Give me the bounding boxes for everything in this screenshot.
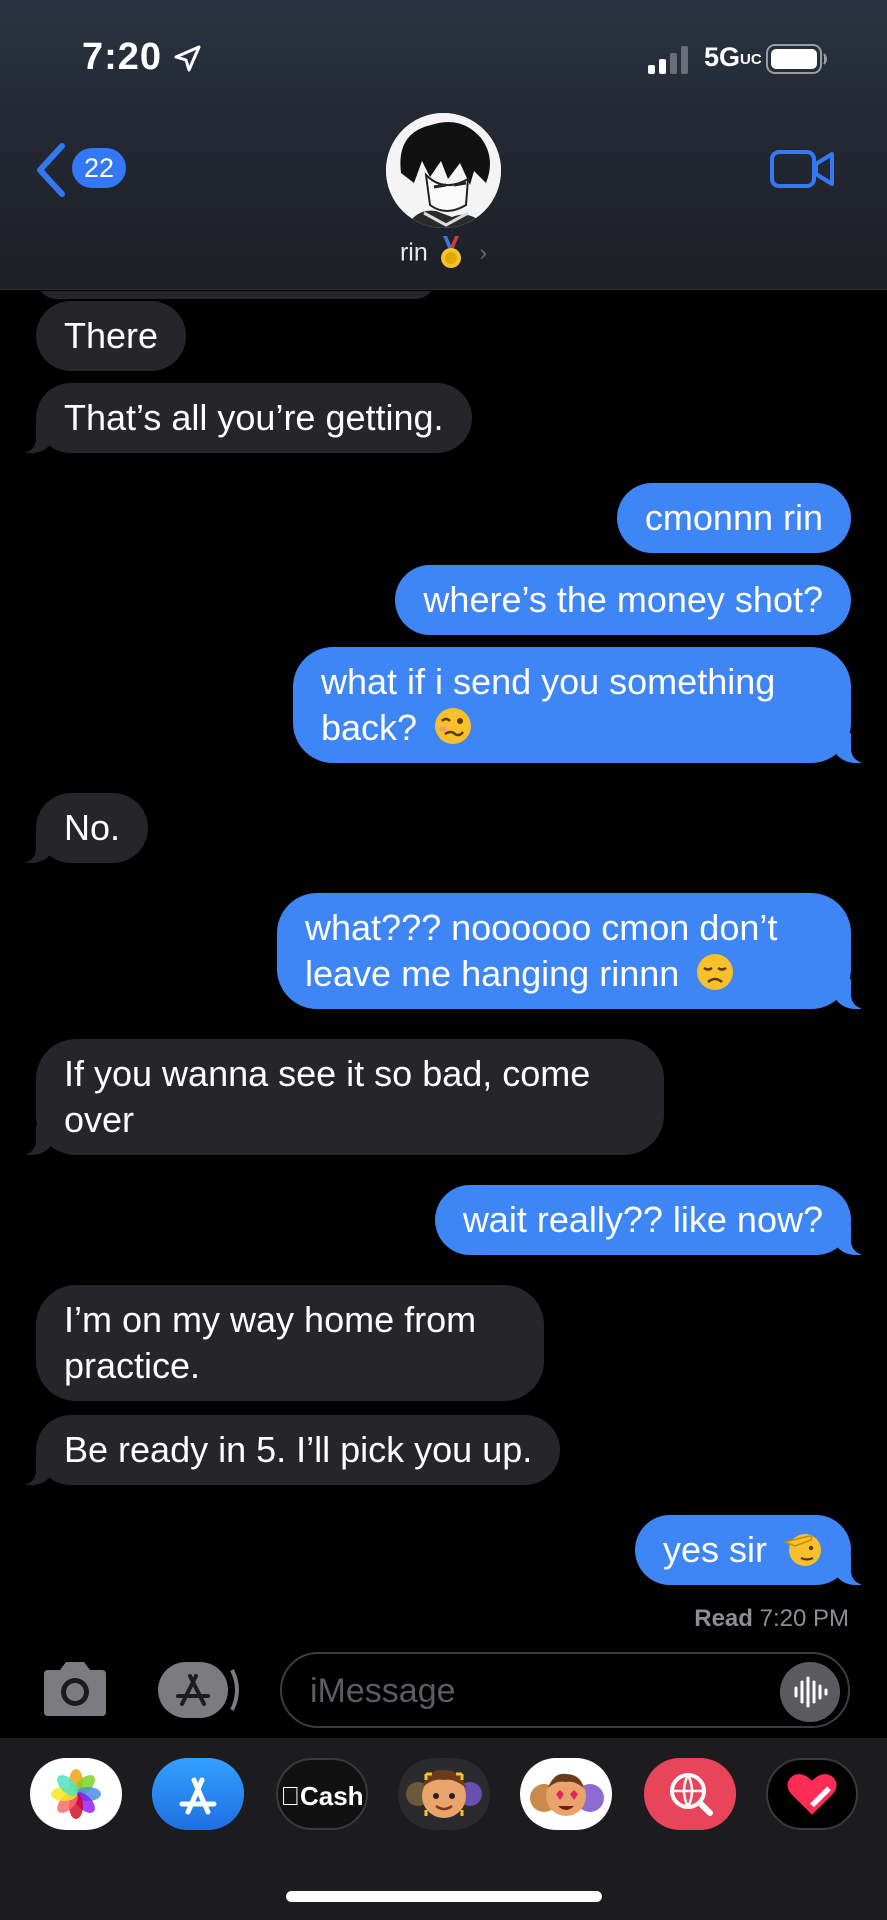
incoming-message-bubble[interactable]: If you wanna see it so bad, come over	[14, 1039, 664, 1155]
message-text: That’s all you’re getting.	[64, 397, 444, 438]
imessage-input-field[interactable]	[280, 1652, 850, 1728]
camera-icon[interactable]	[40, 1660, 110, 1718]
battery-icon	[766, 44, 827, 74]
cellular-signal-icon	[648, 46, 688, 74]
apple-cash-label: Cash	[280, 1781, 363, 1811]
photos-app-icon[interactable]	[30, 1758, 122, 1830]
message-text: No.	[64, 807, 121, 848]
outgoing-message-bubble[interactable]: cmonnn rin	[616, 483, 851, 553]
incoming-message-bubble[interactable]: Be ready in 5. I’ll pick you up.	[13, 1415, 561, 1485]
message-text-line1: If you wanna see it so bad, come	[64, 1053, 591, 1094]
apple-cash-app-icon[interactable]: Cash	[276, 1758, 368, 1830]
saluting-face-icon	[783, 1534, 821, 1566]
message-text-line1: what??? noooooo cmon don’t	[305, 907, 778, 948]
contact-avatar[interactable]	[386, 113, 501, 228]
message-text: where’s the money shot?	[423, 579, 823, 620]
facetime-video-icon[interactable]	[770, 148, 834, 190]
images-search-app-icon[interactable]	[644, 1758, 736, 1830]
message-text-line2: back?	[321, 707, 418, 748]
incoming-message-bubble[interactable]: No.	[13, 793, 149, 863]
status-time: 7:20	[82, 36, 163, 78]
message-text: wait really?? like now?	[462, 1199, 823, 1240]
read-time: 7:20 PM	[759, 1605, 849, 1632]
app-store-apps-button[interactable]	[158, 1662, 242, 1718]
unread-count-badge[interactable]: 22	[72, 148, 126, 188]
incoming-message-bubble-clipped[interactable]	[36, 291, 436, 299]
message-text-line1: what if i send you something	[321, 661, 776, 702]
audio-waveform-icon[interactable]	[780, 1662, 840, 1722]
message-text: yes sir	[662, 1529, 767, 1570]
location-arrow-icon	[174, 45, 201, 72]
contact-name-row[interactable]: rin ›	[0, 236, 887, 270]
network-type: 5GUC	[704, 42, 762, 72]
memoji-app-icon[interactable]	[398, 1758, 490, 1830]
home-indicator[interactable]	[286, 1891, 602, 1902]
outgoing-message-bubble[interactable]: yes sir	[634, 1515, 874, 1585]
message-text: Be ready in 5. I’ll pick you up.	[64, 1429, 533, 1470]
message-text-line2: leave me hanging rinnn	[305, 953, 680, 994]
incoming-message-bubble[interactable]: I’m on my way home from practice.	[36, 1285, 544, 1401]
incoming-message-bubble[interactable]: That’s all you’re getting.	[14, 383, 472, 453]
message-text-line1: I’m on my way home from	[64, 1299, 477, 1340]
woozy-face-icon	[435, 708, 472, 744]
imessage-app-drawer: Cash	[0, 1738, 887, 1920]
outgoing-message-bubble[interactable]: where’s the money shot?	[395, 565, 851, 635]
outgoing-message-bubble[interactable]: what??? noooooo cmon don’t leave me hang…	[277, 893, 873, 1009]
message-text: cmonnn rin	[644, 497, 823, 538]
message-text-line2: over	[64, 1099, 135, 1140]
digital-touch-app-icon[interactable]	[766, 1758, 858, 1830]
chevron-right-icon: ›	[479, 240, 488, 265]
disappointed-face-icon	[697, 954, 734, 990]
message-input[interactable]	[310, 1668, 750, 1714]
back-chevron-icon[interactable]	[34, 142, 68, 198]
medal-icon	[440, 236, 461, 268]
outgoing-message-bubble[interactable]: wait really?? like now?	[434, 1185, 874, 1255]
outgoing-message-bubble[interactable]: what if i send you something back?	[293, 647, 873, 763]
message-thread: There That’s all you’re getting. cmonnn …	[0, 291, 887, 1636]
conversation-header: 7:20 5GUC 22 rin ›	[0, 0, 887, 290]
message-text-line2: practice.	[64, 1345, 201, 1386]
memoji-stickers-app-icon[interactable]	[520, 1758, 612, 1830]
read-label: Read	[694, 1605, 753, 1632]
incoming-message-bubble[interactable]: There	[36, 301, 187, 371]
read-receipt: Read 7:20 PM	[694, 1605, 849, 1633]
contact-name: rin	[399, 238, 428, 267]
avatar-illustration	[386, 113, 501, 228]
message-text: There	[64, 315, 159, 356]
app-store-app-icon[interactable]	[152, 1758, 244, 1830]
